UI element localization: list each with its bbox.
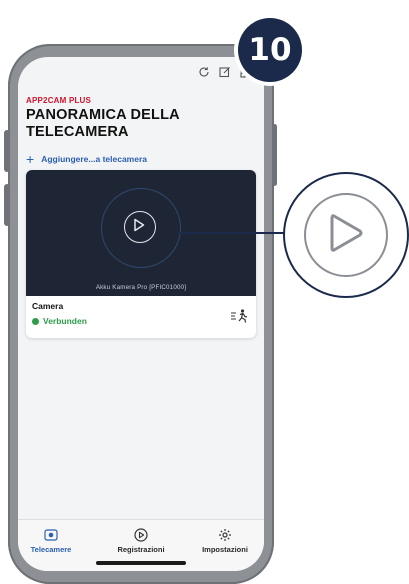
- nav-impostazioni[interactable]: Impostazioni: [190, 528, 260, 554]
- play-circle-icon: [134, 528, 148, 542]
- add-camera-button[interactable]: + Aggiungere...a telecamera: [26, 151, 148, 167]
- status-text: Verbunden: [43, 316, 87, 326]
- plus-icon: +: [26, 151, 35, 167]
- app-screen: APP2CAM PLUS PANORAMICA DELLA TELECAMERA…: [18, 57, 264, 571]
- camera-card[interactable]: Akku Kamera Pro [PFIC01000] Camera Verbu…: [26, 170, 256, 338]
- page-title: PANORAMICA DELLA TELECAMERA: [26, 107, 180, 140]
- play-icon: [330, 214, 363, 252]
- refresh-icon[interactable]: [198, 66, 210, 78]
- nav-label: Impostazioni: [202, 545, 248, 554]
- preview-caption: Akku Kamera Pro [PFIC01000]: [95, 284, 187, 291]
- callout-zoom: [283, 172, 409, 298]
- step-number-badge: 10: [238, 18, 302, 82]
- camera-icon: [44, 529, 58, 541]
- nav-label: Telecamere: [30, 545, 72, 554]
- callout-connector: [178, 232, 290, 234]
- app-name: APP2CAM PLUS: [26, 96, 92, 105]
- camera-name: Camera: [32, 301, 64, 311]
- status-dot: [32, 317, 39, 325]
- add-camera-label: Aggiungere...a telecamera: [41, 154, 148, 164]
- side-button: [272, 124, 277, 186]
- play-button[interactable]: [124, 211, 156, 243]
- nav-telecamere[interactable]: Telecamere: [18, 528, 86, 554]
- nav-registrazioni[interactable]: Registrazioni: [106, 528, 176, 554]
- home-indicator[interactable]: [96, 561, 186, 565]
- play-icon: [134, 219, 145, 232]
- zoomed-play-button: [304, 193, 388, 277]
- gear-icon: [219, 529, 231, 541]
- side-button: [4, 184, 10, 226]
- edit-icon[interactable]: [219, 66, 231, 78]
- nav-label: Registrazioni: [117, 545, 165, 554]
- connection-status: Verbunden: [32, 316, 87, 326]
- motion-detection-icon[interactable]: [230, 308, 248, 329]
- side-button: [4, 130, 10, 172]
